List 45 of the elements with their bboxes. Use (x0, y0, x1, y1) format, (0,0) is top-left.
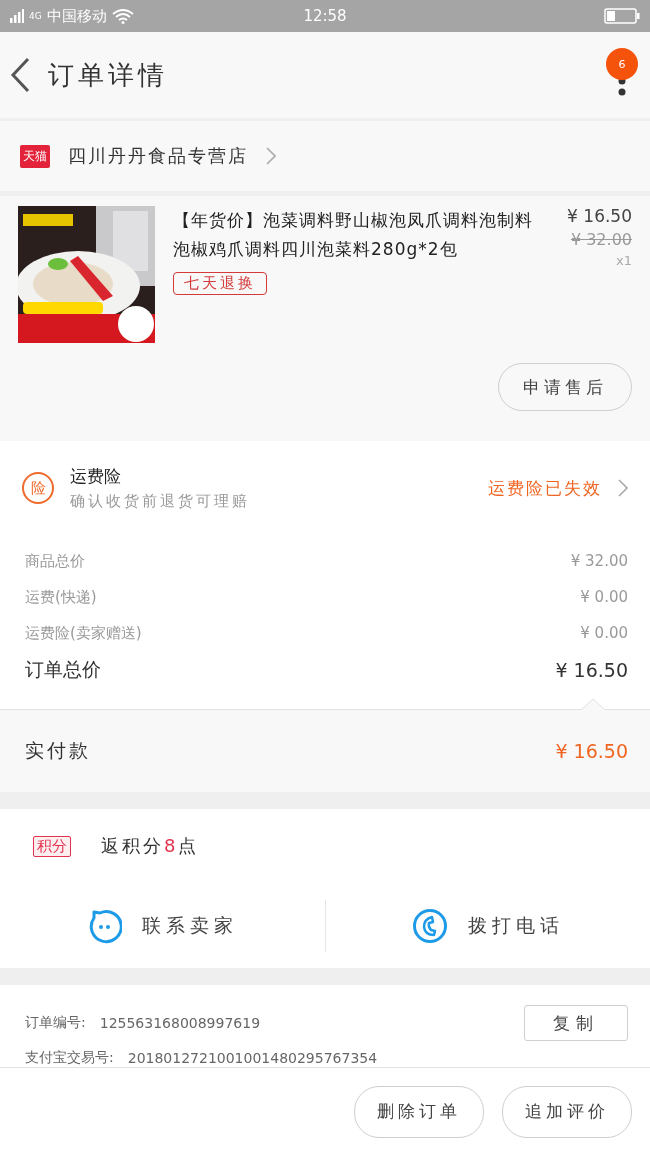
points-text: 返积分 8 点 (101, 834, 200, 858)
payment-label: 实付款 (25, 738, 91, 763)
cost-value: ¥ 16.50 (555, 659, 628, 681)
shop-row[interactable]: 天猫 四川丹丹食品专营店 (0, 121, 650, 191)
return-policy-tag: 七天退换 (173, 272, 267, 295)
cost-value: ¥ 32.00 (570, 552, 628, 570)
back-icon[interactable] (10, 57, 30, 93)
cost-label: 运费险(卖家赠送) (25, 623, 142, 643)
payment-amount: ¥ 16.50 (555, 740, 628, 762)
cost-value: ¥ 0.00 (580, 624, 628, 642)
chevron-icon (266, 147, 276, 165)
contact-seller-button[interactable]: 联系卖家 (0, 895, 325, 956)
review-button[interactable]: 追加评价 (502, 1085, 632, 1138)
points-badge: 积分 (33, 835, 71, 857)
original-price: ¥ 32.00 (570, 230, 632, 249)
call-button[interactable]: 拨打电话 (325, 895, 650, 956)
insurance-icon: 险 (22, 472, 54, 504)
cost-label: 商品总价 (25, 551, 85, 571)
delete-order-button[interactable]: 删除订单 (354, 1085, 484, 1138)
wifi-icon (111, 8, 134, 24)
info-label: 订单编号: (25, 1014, 86, 1032)
product-title[interactable]: 【年货价】泡菜调料野山椒泡凤爪调料泡制料泡椒鸡爪调料四川泡菜料280g*2包 (173, 206, 550, 264)
quantity: x1 (616, 253, 632, 268)
insurance-title: 运费险 (70, 465, 122, 488)
info-label: 支付宝交易号: (25, 1049, 114, 1067)
copy-button[interactable]: 复制 (524, 1005, 628, 1041)
shop-name: 四川丹丹食品专营店 (68, 144, 248, 168)
page-title: 订单详情 (48, 58, 168, 92)
insurance-description: 确认收货前退货可理赔 (70, 492, 251, 511)
info-value: 125563168008997619 (99, 1015, 261, 1031)
product-price: ¥ 16.50 (567, 206, 632, 226)
clock: 12:58 (303, 7, 347, 25)
chevron-icon (618, 479, 628, 497)
signal-icon (10, 9, 24, 23)
cost-value: ¥ 0.00 (580, 588, 628, 606)
network-label: 4G (29, 11, 42, 21)
store-badge: 天猫 (20, 144, 50, 168)
info-value: 2018012721001001480295767354 (127, 1050, 378, 1066)
carrier-name: 中国移动 (46, 6, 107, 26)
notification-badge: 6 (606, 48, 638, 80)
cost-label: 订单总价 (25, 657, 101, 682)
cost-label: 运费(快递) (25, 587, 97, 607)
phone-icon (411, 907, 448, 944)
after-sales-button[interactable]: 申请售后 (498, 363, 632, 411)
battery-icon (604, 8, 640, 24)
